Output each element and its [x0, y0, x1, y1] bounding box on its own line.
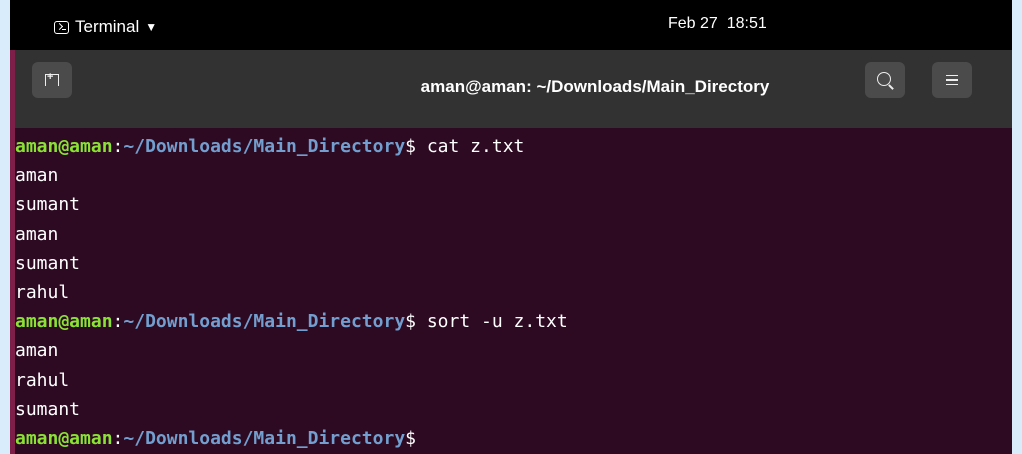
- clock-date: Feb 27: [668, 15, 718, 32]
- menu-button[interactable]: [932, 62, 972, 98]
- prompt-path: ~/Downloads/Main_Directory: [123, 427, 406, 449]
- prompt-symbol: $: [405, 311, 416, 333]
- output-line: sumant: [15, 252, 81, 274]
- output-line: sumant: [15, 194, 81, 216]
- output-line: rahul: [15, 281, 70, 303]
- window-headerbar: aman@aman: ~/Downloads/Main_Directory: [15, 50, 1012, 128]
- prompt-user-host: aman@aman: [15, 136, 113, 157]
- prompt-line: aman@aman:~/Downloads/Main_Directory$ so…: [15, 307, 1012, 336]
- window-title: aman@aman: ~/Downloads/Main_Directory: [420, 77, 770, 96]
- prompt-path: ~/Downloads/Main_Directory: [123, 136, 406, 157]
- prompt-user-host: aman@aman: [15, 427, 113, 449]
- output-line: rahul: [15, 369, 70, 391]
- output-line: aman: [15, 165, 59, 187]
- screen-frame: Terminal ▼ Feb 27 18:51 aman@aman: ~/Dow…: [10, 0, 1012, 454]
- command-text: cat z.txt: [416, 136, 525, 157]
- new-tab-icon: [45, 71, 59, 86]
- terminal-icon: [54, 20, 69, 34]
- app-menu-label: Terminal: [75, 17, 140, 36]
- prompt-separator: :: [112, 427, 124, 449]
- terminal-window: aman@aman: ~/Downloads/Main_Directory am…: [10, 50, 1012, 454]
- search-button[interactable]: [865, 62, 905, 98]
- new-tab-button[interactable]: [32, 62, 72, 98]
- app-menu-terminal[interactable]: Terminal ▼: [54, 15, 157, 39]
- prompt-separator: :: [112, 311, 124, 333]
- gnome-top-bar: Terminal ▼ Feb 27 18:51: [10, 0, 1012, 50]
- command-text: sort -u z.txt: [416, 311, 568, 333]
- prompt-symbol: $: [405, 427, 416, 449]
- output-line: aman: [15, 340, 59, 362]
- output-line: aman: [15, 223, 59, 245]
- prompt-line: aman@aman:~/Downloads/Main_Directory$: [15, 424, 1012, 453]
- terminal-output[interactable]: aman@aman:~/Downloads/Main_Directory$ ca…: [15, 132, 1012, 453]
- hamburger-menu-icon: [946, 72, 958, 89]
- prompt-user-host: aman@aman: [15, 311, 113, 333]
- prompt-line: aman@aman:~/Downloads/Main_Directory$ ca…: [15, 132, 1012, 161]
- chevron-down-icon: ▼: [145, 20, 158, 34]
- clock[interactable]: Feb 27 18:51: [668, 15, 767, 33]
- clock-time: 18:51: [726, 15, 767, 32]
- output-line: sumant: [15, 398, 81, 420]
- search-icon: [877, 72, 891, 86]
- prompt-path: ~/Downloads/Main_Directory: [123, 311, 406, 333]
- prompt-separator: :: [112, 136, 124, 157]
- prompt-symbol: $: [405, 136, 416, 157]
